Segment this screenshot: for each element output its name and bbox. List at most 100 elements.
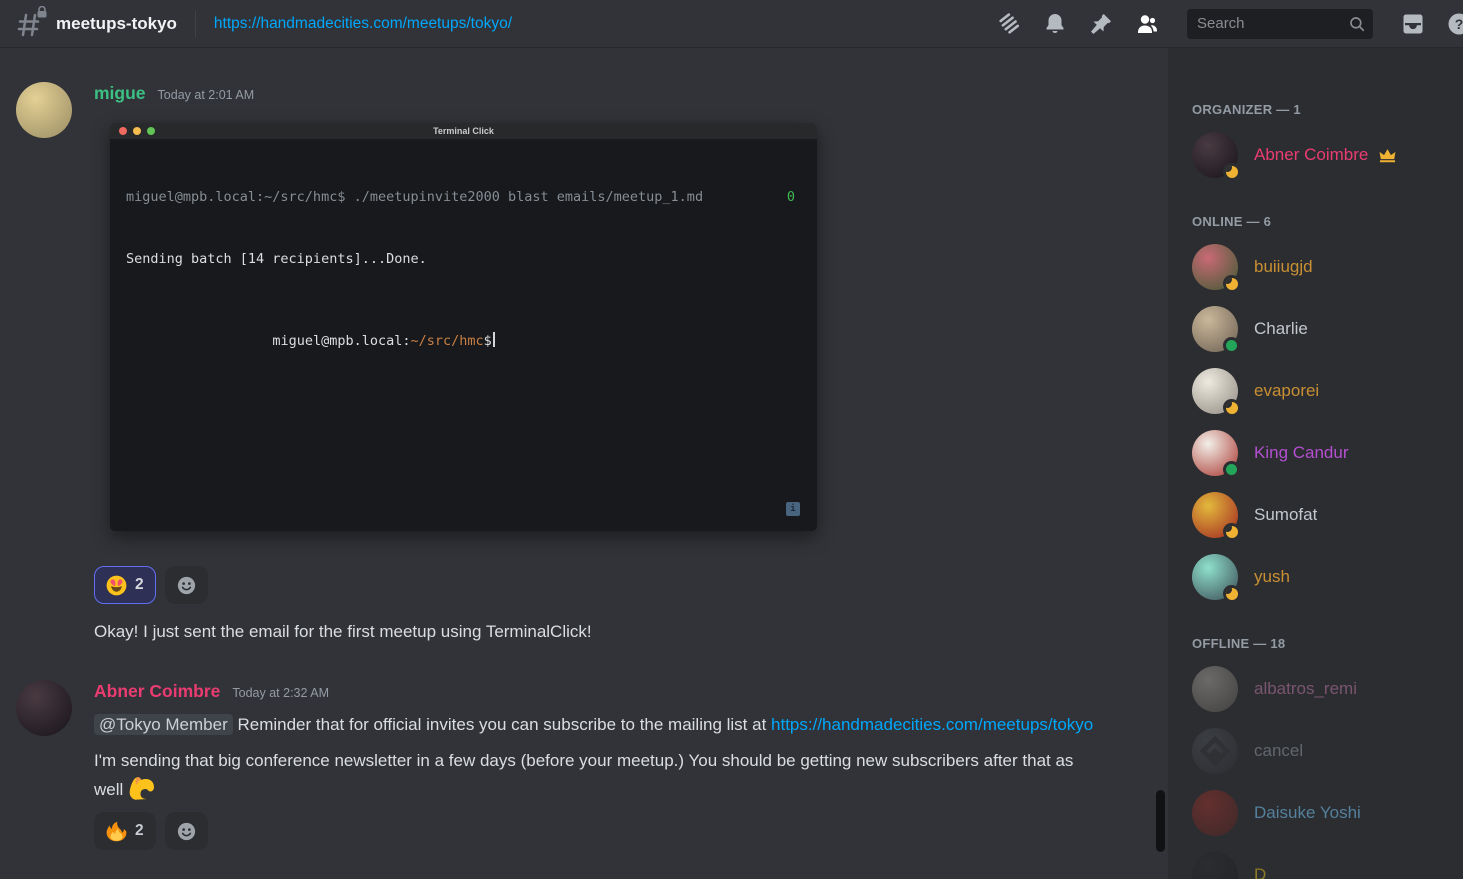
member-name: Charlie: [1254, 319, 1308, 339]
terminal-window: Terminal Click miguel@mpb.local:~/src/hm…: [110, 123, 817, 531]
reaction-count: 2: [135, 576, 144, 594]
avatar: [1192, 368, 1238, 414]
member-list-icon[interactable]: [1135, 12, 1159, 36]
terminal-window-title: Terminal Click: [110, 126, 817, 136]
status-online-icon: [1223, 337, 1240, 354]
message-text: I'm sending that big conference newslett…: [94, 746, 1104, 804]
notifications-bell-icon[interactable]: [1043, 12, 1067, 36]
terminal-prompt-path: ~/src/hmc: [410, 333, 483, 349]
search-input[interactable]: [1187, 9, 1373, 39]
add-reaction-button[interactable]: [165, 566, 208, 604]
channel-name: meetups-tokyo: [56, 14, 177, 34]
member-name: albatros_remi: [1254, 679, 1357, 699]
diamond-logo-icon: [1199, 735, 1230, 766]
status-online-icon: [1223, 461, 1240, 478]
reaction-fire[interactable]: 2: [94, 812, 156, 850]
add-reaction-icon: [175, 820, 198, 843]
fire-emoji: [106, 821, 127, 842]
reactions-row: 2: [94, 812, 1104, 850]
channel-hash-lock-icon: [16, 9, 46, 39]
member-name: Daisuke Yoshi: [1254, 803, 1361, 823]
message-text: Okay! I just sent the email for the firs…: [94, 620, 835, 644]
avatar: [1192, 306, 1238, 352]
author-name[interactable]: migue: [94, 82, 146, 104]
flexed-biceps-emoji: [127, 775, 154, 802]
avatar: [1192, 666, 1238, 712]
terminal-prev-command: miguel@mpb.local:~/src/hmc$ ./meetupinvi…: [126, 187, 703, 208]
threads-icon[interactable]: [997, 12, 1021, 36]
terminal-titlebar: Terminal Click: [110, 123, 817, 139]
avatar: [1192, 244, 1238, 290]
member-name: yush: [1254, 567, 1290, 587]
message-text-segment: Reminder that for official invites you c…: [233, 715, 771, 734]
avatar: [1192, 790, 1238, 836]
terminal-prompt-user: miguel@mpb.local:: [272, 333, 410, 349]
message-header: Abner Coimbre Today at 2:32 AM: [94, 680, 1104, 704]
chat-scrollbar[interactable]: [1156, 790, 1165, 852]
message-text: @Tokyo Member Reminder that for official…: [94, 710, 1104, 740]
pinned-messages-icon[interactable]: [1089, 12, 1113, 36]
member-name: cancel: [1254, 741, 1303, 761]
terminal-output: miguel@mpb.local:~/src/hmc$ ./meetupinvi…: [110, 139, 817, 413]
header-toolbar: ?: [997, 9, 1463, 39]
status-idle-icon: [1223, 399, 1240, 416]
add-reaction-button[interactable]: [165, 812, 208, 850]
header-divider: [195, 11, 196, 37]
member-row[interactable]: evaporei: [1192, 368, 1455, 414]
member-row[interactable]: buiiugjd: [1192, 244, 1455, 290]
message-abner: Abner Coimbre Today at 2:32 AM @Tokyo Me…: [16, 680, 1168, 850]
search-icon: [1348, 15, 1366, 33]
status-idle-icon: [1223, 523, 1240, 540]
image-attachment-terminal-screenshot[interactable]: Terminal Click miguel@mpb.local:~/src/hm…: [94, 114, 835, 551]
member-row[interactable]: Abner Coimbre: [1192, 132, 1455, 178]
role-mention[interactable]: @Tokyo Member: [94, 714, 233, 735]
member-name: D: [1254, 865, 1266, 879]
message-migue: migue Today at 2:01 AM: [16, 82, 1168, 644]
avatar: [1192, 728, 1238, 774]
avatar[interactable]: [16, 680, 72, 736]
reaction-heart-eyes[interactable]: 2: [94, 566, 156, 604]
member-name: evaporei: [1254, 381, 1319, 401]
member-name: Abner Coimbre: [1254, 145, 1368, 165]
message-link[interactable]: https://handmadecities.com/meetups/tokyo: [771, 715, 1093, 734]
chat-messages-area: migue Today at 2:01 AM: [0, 48, 1168, 879]
avatar: [1192, 554, 1238, 600]
avatar: [1192, 430, 1238, 476]
add-reaction-icon: [175, 574, 198, 597]
member-row[interactable]: D: [1192, 852, 1455, 879]
member-row[interactable]: Sumofat: [1192, 492, 1455, 538]
heart-eyes-emoji: [106, 575, 127, 596]
reaction-count: 2: [135, 822, 144, 840]
status-idle-icon: [1223, 585, 1240, 602]
member-row[interactable]: Charlie: [1192, 306, 1455, 352]
message-timestamp: Today at 2:32 AM: [232, 682, 329, 704]
member-name: Sumofat: [1254, 505, 1317, 525]
message-header: migue Today at 2:01 AM: [94, 82, 835, 106]
author-name[interactable]: Abner Coimbre: [94, 680, 220, 702]
member-name: buiiugjd: [1254, 257, 1313, 277]
channel-topic-link[interactable]: https://handmadecities.com/meetups/tokyo…: [214, 15, 512, 33]
avatar[interactable]: [16, 82, 72, 138]
member-row[interactable]: Daisuke Yoshi: [1192, 790, 1455, 836]
channel-header-bar: meetups-tokyo https://handmadecities.com…: [0, 0, 1463, 48]
avatar: [1192, 132, 1238, 178]
member-row[interactable]: King Candur: [1192, 430, 1455, 476]
discord-app-window: meetups-tokyo https://handmadecities.com…: [0, 0, 1463, 879]
member-row[interactable]: cancel: [1192, 728, 1455, 774]
main-content: migue Today at 2:01 AM: [0, 48, 1463, 879]
member-section-header: ORGANIZER — 1: [1192, 102, 1455, 118]
terminal-prompt-symbol: $: [484, 333, 492, 349]
help-icon[interactable]: ?: [1447, 12, 1463, 36]
terminal-info-badge: i: [786, 502, 800, 516]
message-timestamp: Today at 2:01 AM: [158, 84, 255, 106]
terminal-exit-code: 0: [787, 187, 795, 208]
member-row[interactable]: yush: [1192, 554, 1455, 600]
member-name: King Candur: [1254, 443, 1349, 463]
member-row[interactable]: albatros_remi: [1192, 666, 1455, 712]
reactions-row: 2: [94, 566, 835, 604]
message-text-segment: I'm sending that big conference newslett…: [94, 751, 1073, 799]
avatar: [1192, 852, 1238, 879]
avatar: [1192, 492, 1238, 538]
member-list-sidebar: ORGANIZER — 1Abner CoimbreONLINE — 6buii…: [1168, 48, 1463, 879]
inbox-icon[interactable]: [1401, 12, 1425, 36]
